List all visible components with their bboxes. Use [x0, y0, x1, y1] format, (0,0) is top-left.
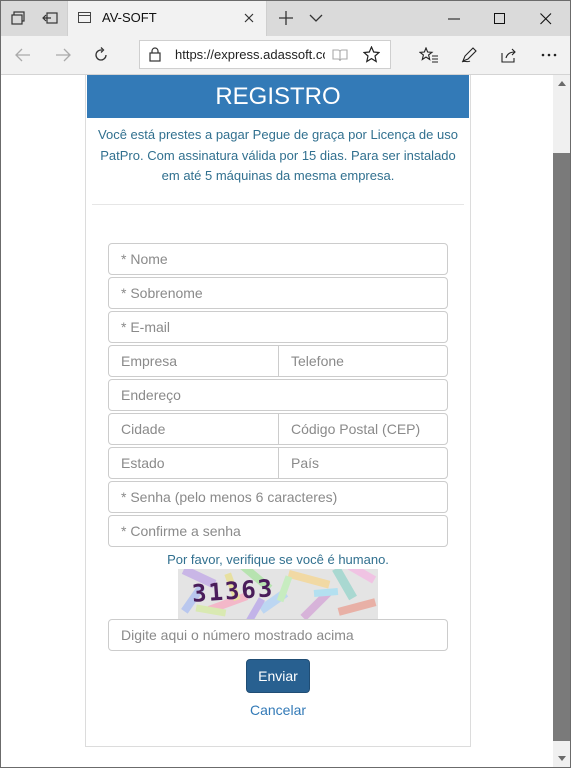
close-tab-icon[interactable]: [240, 9, 258, 27]
scroll-down-arrow-icon[interactable]: [553, 750, 570, 767]
registration-panel: REGISTRO Você está prestes a pagar Pegue…: [85, 75, 471, 747]
state-input[interactable]: [108, 447, 279, 479]
vertical-scrollbar[interactable]: [553, 75, 570, 767]
divider: [92, 204, 464, 205]
email-input[interactable]: [108, 311, 448, 343]
tab-title: AV-SOFT: [102, 10, 157, 25]
chevron-down-icon[interactable]: [301, 5, 331, 31]
postal-code-input[interactable]: [278, 413, 448, 445]
forward-icon[interactable]: [47, 40, 79, 70]
title-bar: AV-SOFT: [1, 1, 570, 36]
company-input[interactable]: [108, 345, 279, 377]
web-note-pen-icon[interactable]: [453, 40, 485, 70]
new-tab-icon[interactable]: [271, 5, 301, 31]
favorites-hub-icon[interactable]: [413, 40, 445, 70]
country-input[interactable]: [278, 447, 448, 479]
panel-title: REGISTRO: [87, 75, 469, 118]
lock-icon: [149, 47, 161, 67]
scroll-up-arrow-icon[interactable]: [553, 75, 570, 92]
city-input[interactable]: [108, 413, 279, 445]
captcha-code: 31363: [191, 574, 276, 608]
share-icon[interactable]: [493, 40, 525, 70]
navigation-bar: https://express.adassoft.com: [1, 36, 570, 75]
minimize-icon[interactable]: [431, 1, 477, 36]
license-intro-text: Você está prestes a pagar Pegue de graça…: [98, 127, 458, 183]
captcha-answer-input[interactable]: [108, 619, 448, 651]
address-url: https://express.adassoft.com: [175, 47, 325, 62]
set-aside-tabs-icon[interactable]: [35, 5, 65, 31]
maximize-icon[interactable]: [477, 1, 523, 36]
address-bar[interactable]: https://express.adassoft.com: [139, 40, 391, 69]
captcha-image: 31363: [178, 569, 378, 619]
tab-av-soft[interactable]: AV-SOFT: [67, 1, 267, 36]
tab-manager-icon[interactable]: [3, 5, 33, 31]
refresh-icon[interactable]: [85, 40, 117, 70]
reading-view-icon[interactable]: [332, 48, 348, 67]
last-name-input[interactable]: [108, 277, 448, 309]
password-input[interactable]: [108, 481, 448, 513]
human-verification-text: Por favor, verifique se você é humano.: [167, 552, 389, 567]
phone-input[interactable]: [278, 345, 448, 377]
confirm-password-input[interactable]: [108, 515, 448, 547]
close-window-icon[interactable]: [523, 1, 569, 36]
submit-button[interactable]: Enviar: [246, 659, 310, 693]
favorite-star-icon[interactable]: [362, 45, 381, 68]
first-name-input[interactable]: [108, 243, 448, 275]
back-icon[interactable]: [7, 40, 39, 70]
more-options-icon[interactable]: [533, 40, 565, 70]
browser-window: AV-SOFT https://express.adassoft.com REG…: [0, 0, 571, 768]
scrollbar-thumb[interactable]: [553, 153, 570, 741]
page-viewport: REGISTRO Você está prestes a pagar Pegue…: [1, 75, 553, 767]
cancel-link[interactable]: Cancelar: [108, 702, 448, 718]
page-favicon-icon: [78, 12, 91, 23]
address-input[interactable]: [108, 379, 448, 411]
